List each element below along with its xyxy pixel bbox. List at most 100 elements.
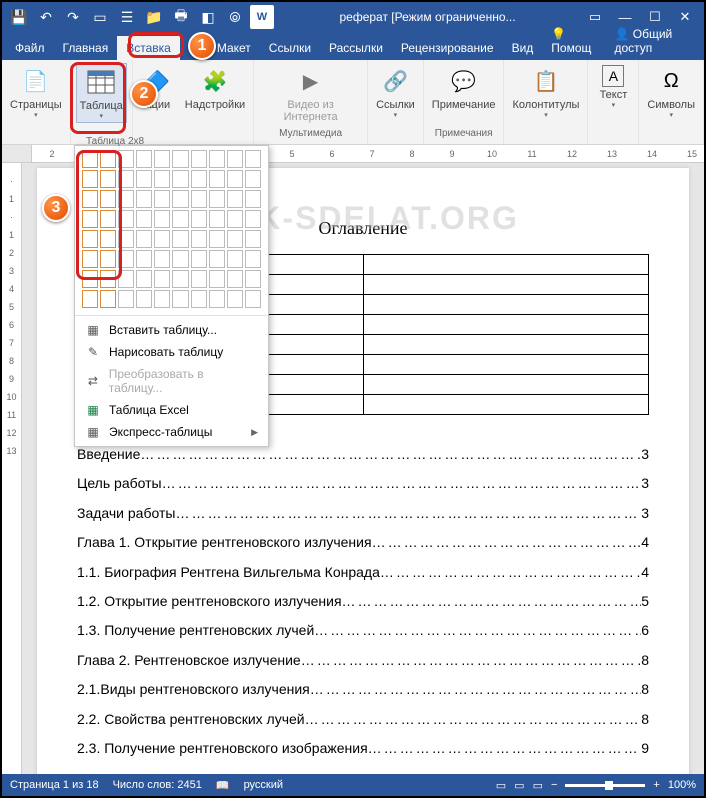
table-grid-cell[interactable] [245,270,261,288]
table-grid-cell[interactable] [245,150,261,168]
table-grid-cell[interactable] [209,170,225,188]
table-grid-cell[interactable] [118,230,134,248]
view-readmode-icon[interactable]: ▭ [496,779,506,792]
table-grid-cell[interactable] [227,170,243,188]
table-grid-cell[interactable] [191,190,207,208]
undo-icon[interactable]: ↶ [34,5,58,29]
tab-insert[interactable]: Вставка [117,36,180,60]
table-grid-cell[interactable] [136,230,152,248]
links-button[interactable]: 🔗 Ссылки ▾ [373,63,418,121]
excel-table-item[interactable]: ▦Таблица Excel [75,399,268,421]
table-grid-cell[interactable] [118,190,134,208]
comment-button[interactable]: 💬 Примечание [429,63,499,113]
tab-home[interactable]: Главная [54,36,118,60]
table-grid-cell[interactable] [136,290,152,308]
table-grid-cell[interactable] [82,210,98,228]
table-grid-cell[interactable] [209,250,225,268]
table-grid-cell[interactable] [136,170,152,188]
table-grid-cell[interactable] [209,290,225,308]
qat-icon[interactable]: ▭ [88,5,112,29]
qat-icon[interactable]: ☰ [115,5,139,29]
redo-icon[interactable]: ↷ [61,5,85,29]
table-grid-cell[interactable] [245,230,261,248]
table-grid-cell[interactable] [82,290,98,308]
table-grid-cell[interactable] [209,190,225,208]
table-grid-cell[interactable] [172,170,188,188]
table-grid-cell[interactable] [154,270,170,288]
table-grid-cell[interactable] [172,150,188,168]
table-grid-cell[interactable] [245,210,261,228]
table-grid-cell[interactable] [191,170,207,188]
table-grid-cell[interactable] [82,190,98,208]
table-grid-cell[interactable] [118,150,134,168]
tab-help[interactable]: 💡 Помощ [542,22,605,60]
table-grid-cell[interactable] [100,270,116,288]
vertical-ruler[interactable]: ·1·12345678910111213 [2,163,22,777]
table-grid-cell[interactable] [118,290,134,308]
table-button[interactable]: Таблица ▾ [76,63,127,123]
table-grid-cell[interactable] [100,170,116,188]
table-grid-cell[interactable] [172,250,188,268]
qat-icon[interactable]: ◧ [196,5,220,29]
table-grid-cell[interactable] [154,170,170,188]
share-button[interactable]: 👤 Общий доступ [605,22,700,60]
view-print-icon[interactable]: ▭ [514,779,524,792]
table-grid-cell[interactable] [172,290,188,308]
quick-tables-item[interactable]: ▦Экспресс-таблицы▶ [75,421,268,443]
table-grid-cell[interactable] [209,230,225,248]
zoom-level[interactable]: 100% [668,779,696,791]
table-grid-cell[interactable] [209,150,225,168]
table-grid-cell[interactable] [100,150,116,168]
table-grid-cell[interactable] [172,230,188,248]
table-grid-cell[interactable] [209,270,225,288]
table-grid-cell[interactable] [245,290,261,308]
tab-file[interactable]: Файл [6,36,54,60]
table-grid-cell[interactable] [100,190,116,208]
view-web-icon[interactable]: ▭ [533,779,543,792]
table-grid-cell[interactable] [191,270,207,288]
zoom-slider[interactable] [565,784,645,787]
table-grid-cell[interactable] [209,210,225,228]
qat-icon[interactable]: 🖶 [169,5,193,29]
table-grid-cell[interactable] [136,150,152,168]
tab-mailings[interactable]: Рассылки [320,36,392,60]
qat-icon[interactable]: ⦾ [223,5,247,29]
table-grid-cell[interactable] [191,210,207,228]
save-icon[interactable]: 💾 [7,5,31,29]
table-grid-cell[interactable] [118,210,134,228]
tab-view[interactable]: Вид [503,36,543,60]
table-grid-cell[interactable] [227,150,243,168]
table-grid-cell[interactable] [100,250,116,268]
table-grid-cell[interactable] [118,250,134,268]
table-grid-cell[interactable] [100,290,116,308]
table-grid-cell[interactable] [100,210,116,228]
table-grid-cell[interactable] [172,210,188,228]
qat-icon[interactable]: 📁 [142,5,166,29]
table-grid-cell[interactable] [136,210,152,228]
word-count[interactable]: Число слов: 2451 [113,779,202,791]
table-grid-cell[interactable] [227,190,243,208]
table-grid-cell[interactable] [245,170,261,188]
table-grid-cell[interactable] [136,250,152,268]
draw-table-item[interactable]: ✎Нарисовать таблицу [75,341,268,363]
tab-review[interactable]: Рецензирование [392,36,503,60]
table-grid-cell[interactable] [191,250,207,268]
table-grid-cell[interactable] [136,190,152,208]
table-grid-cell[interactable] [245,250,261,268]
proofing-icon[interactable]: 📖 [216,779,230,792]
symbols-button[interactable]: Ω Символы ▾ [644,63,698,121]
table-grid-cell[interactable] [154,230,170,248]
table-grid-cell[interactable] [82,170,98,188]
table-grid-cell[interactable] [227,210,243,228]
table-grid-cell[interactable] [136,270,152,288]
table-grid-cell[interactable] [227,230,243,248]
table-grid-cell[interactable] [118,170,134,188]
table-grid-cell[interactable] [154,250,170,268]
zoom-in-icon[interactable]: + [653,779,659,791]
table-grid-cell[interactable] [245,190,261,208]
table-grid-cell[interactable] [227,270,243,288]
table-grid-cell[interactable] [82,250,98,268]
table-grid-cell[interactable] [191,150,207,168]
table-grid-cell[interactable] [154,290,170,308]
table-grid[interactable] [75,146,268,315]
